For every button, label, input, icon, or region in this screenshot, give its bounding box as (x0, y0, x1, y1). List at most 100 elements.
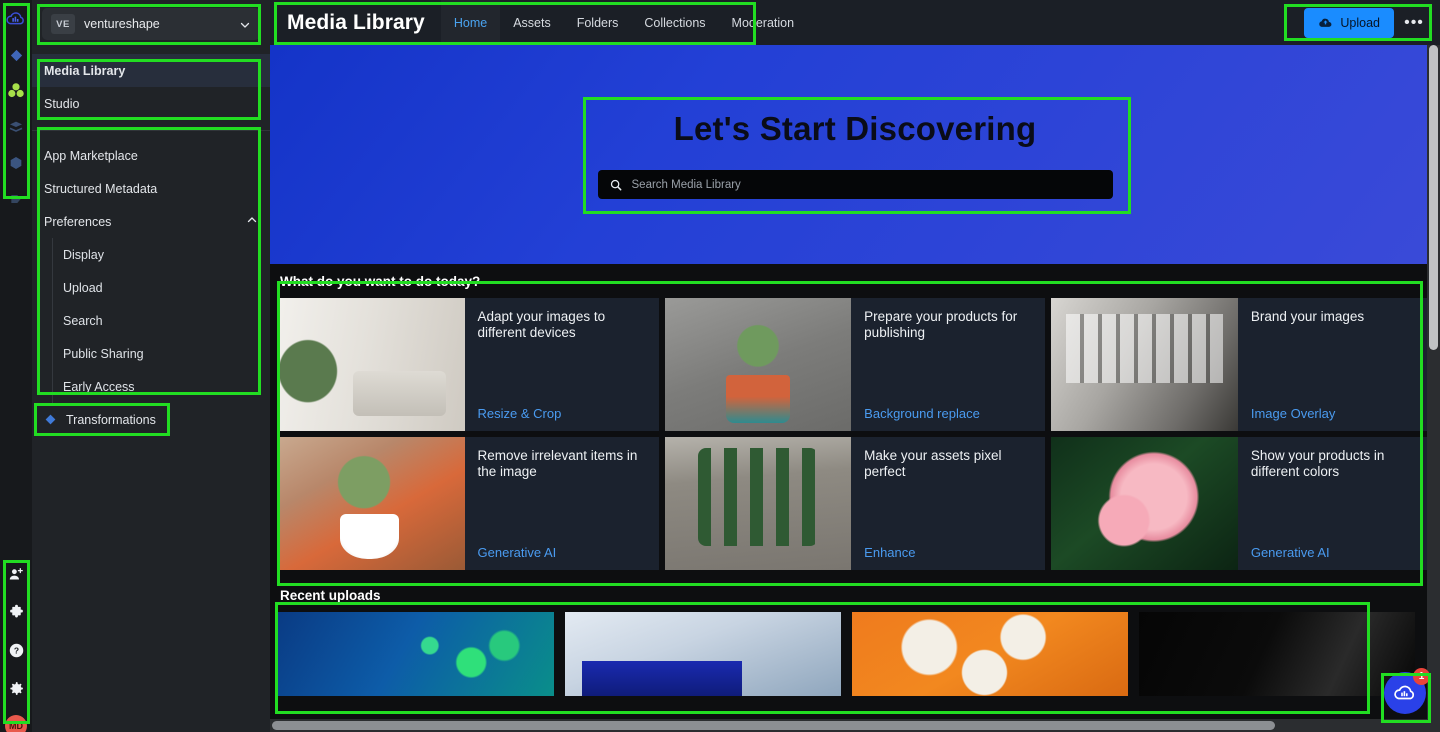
card-heading: Show your products in different colors (1250, 448, 1385, 479)
sidebar-item-early-access[interactable]: Early Access (53, 370, 270, 403)
svg-text:?: ? (13, 645, 18, 655)
sidebar-item-label: Transformations (66, 412, 156, 427)
horizontal-scrollbar-thumb[interactable] (272, 721, 1275, 730)
recent-upload-thumbnail[interactable] (278, 612, 554, 696)
tab-bar: Home Assets Folders Collections Moderati… (440, 0, 808, 45)
sidebar-item-search[interactable]: Search (53, 304, 270, 337)
sidebar-item-transformations[interactable]: Transformations (32, 403, 270, 436)
tab-moderation[interactable]: Moderation (719, 0, 808, 45)
action-card[interactable]: Show your products in different colors G… (1051, 437, 1432, 570)
sidebar-item-preferences[interactable]: Preferences (32, 205, 270, 238)
header-actions: Upload ••• (1304, 7, 1440, 38)
card-link[interactable]: Generative AI (1251, 545, 1420, 560)
action-card[interactable]: Prepare your products for publishing Bac… (664, 298, 1046, 431)
gear-icon[interactable] (5, 677, 27, 699)
action-card-grid: Adapt your images to different devices R… (270, 298, 1440, 578)
org-switcher[interactable]: VE ventureshape (42, 8, 260, 40)
search-input[interactable] (631, 178, 1102, 191)
sidebar-item-label: Studio (44, 96, 80, 111)
sidebar-item-label: Media Library (44, 63, 126, 78)
tab-label: Folders (576, 15, 619, 30)
hero-search-box[interactable] (597, 170, 1113, 199)
icon-rail: ? MD (0, 0, 32, 732)
help-circle-icon[interactable]: ? (5, 639, 27, 661)
content-scroll-area: What do you want to do today? Adapt your… (270, 264, 1440, 732)
puzzle-icon[interactable] (5, 601, 27, 623)
clover-icon[interactable] (5, 80, 27, 102)
tab-home[interactable]: Home (440, 0, 501, 45)
help-widget-button[interactable]: 1 (1384, 668, 1430, 714)
add-user-icon[interactable] (5, 563, 27, 585)
tab-label: Assets (513, 15, 551, 30)
card-thumbnail (664, 298, 852, 431)
card-heading: Adapt your images to different devices (477, 309, 606, 340)
action-card[interactable]: Adapt your images to different devices R… (278, 298, 659, 431)
sidebar-item-label: Public Sharing (63, 346, 144, 361)
tab-label: Home (453, 15, 488, 30)
sidebar-item-label: Upload (63, 280, 103, 295)
sidebar-item-studio[interactable]: Studio (32, 87, 270, 120)
card-heading: Prepare your products for publishing (864, 309, 1018, 340)
recent-uploads-title: Recent uploads (280, 588, 381, 603)
recent-upload-thumbnail[interactable] (1139, 612, 1415, 696)
org-badge: VE (51, 14, 75, 34)
tab-folders[interactable]: Folders (564, 0, 632, 45)
help-widget-badge: 1 (1413, 668, 1430, 685)
sidebar-item-label: Early Access (63, 379, 135, 394)
card-thumbnail (1051, 437, 1238, 570)
recent-upload-thumbnail[interactable] (565, 612, 841, 696)
card-link[interactable]: Image Overlay (1251, 406, 1420, 421)
recent-upload-thumbnail[interactable] (852, 612, 1128, 696)
card-link[interactable]: Resize & Crop (478, 406, 647, 421)
cloud-upload-icon (1318, 15, 1333, 30)
avatar[interactable]: MD (5, 715, 27, 732)
action-card[interactable]: Remove irrelevant items in the image Gen… (278, 437, 659, 570)
card-link[interactable]: Enhance (864, 545, 1033, 560)
chevron-down-icon (239, 18, 251, 30)
card-thumbnail (278, 437, 465, 570)
sidebar-item-app-marketplace[interactable]: App Marketplace (32, 139, 270, 172)
sidebar-secondary-section: App Marketplace Structured Metadata Pref… (32, 133, 270, 442)
sidebar-primary-section: Media Library Studio (32, 48, 270, 126)
icon-rail-top-group (0, 8, 32, 210)
card-heading: Remove irrelevant items in the image (477, 448, 638, 479)
vertical-scrollbar-thumb[interactable] (1429, 45, 1438, 350)
sidebar-item-public-sharing[interactable]: Public Sharing (53, 337, 270, 370)
cloud-logo-icon[interactable] (5, 8, 27, 30)
action-card[interactable]: Brand your images Image Overlay (1051, 298, 1432, 431)
sidebar-divider (32, 130, 270, 131)
card-link[interactable]: Generative AI (478, 545, 647, 560)
diamond-icon[interactable] (5, 44, 27, 66)
sidebar-preferences-subtree: Display Upload Search Public Sharing Ear… (52, 238, 270, 403)
upload-button-label: Upload (1340, 15, 1380, 30)
card-thumbnail (278, 298, 465, 431)
sidebar-item-label: App Marketplace (44, 148, 138, 163)
sidebar-item-display[interactable]: Display (53, 238, 270, 271)
shape-icon[interactable] (5, 188, 27, 210)
sidebar-item-label: Search (63, 313, 103, 328)
top-header: Media Library Home Assets Folders Collec… (270, 0, 1440, 45)
hero-banner: Let's Start Discovering (270, 45, 1440, 264)
sidebar-item-media-library[interactable]: Media Library (32, 54, 270, 87)
main-content: Media Library Home Assets Folders Collec… (270, 0, 1440, 732)
card-heading: Make your assets pixel perfect (864, 448, 1002, 479)
tab-label: Collections (644, 15, 706, 30)
hexagon-icon[interactable] (5, 152, 27, 174)
action-card[interactable]: Make your assets pixel perfect Enhance (664, 437, 1046, 570)
upload-button[interactable]: Upload (1304, 7, 1394, 38)
sidebar-item-label: Preferences (44, 214, 112, 229)
hero-title: Let's Start Discovering (673, 110, 1037, 147)
search-icon (609, 178, 623, 192)
icon-rail-bottom-group: ? MD (0, 563, 32, 732)
more-horizontal-icon[interactable]: ••• (1398, 8, 1430, 38)
sidebar-item-upload[interactable]: Upload (53, 271, 270, 304)
recent-uploads-strip (270, 612, 1440, 706)
stack-icon[interactable] (5, 116, 27, 138)
actions-section-title: What do you want to do today? (280, 274, 481, 289)
tab-collections[interactable]: Collections (631, 0, 718, 45)
sidebar-item-structured-metadata[interactable]: Structured Metadata (32, 172, 270, 205)
org-name: ventureshape (84, 17, 160, 31)
tab-assets[interactable]: Assets (500, 0, 564, 45)
cloud-logo-icon (1393, 681, 1417, 705)
card-link[interactable]: Background replace (864, 406, 1033, 421)
